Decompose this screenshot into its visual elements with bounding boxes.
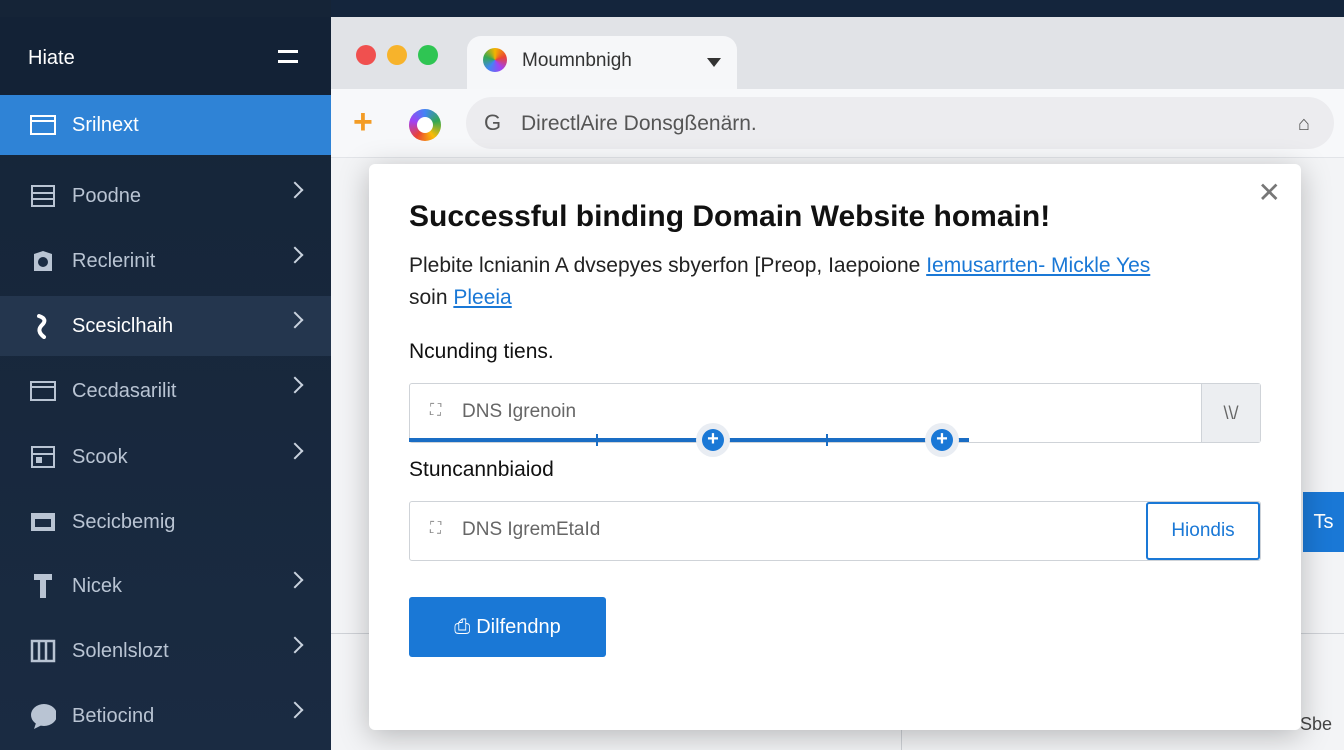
storage-icon — [30, 445, 56, 469]
button-icon: ⎙ — [454, 615, 471, 638]
slider-handle[interactable] — [696, 423, 730, 457]
panel-icon — [30, 510, 56, 534]
server-icon — [30, 184, 56, 208]
wrench-icon — [30, 574, 56, 598]
sidebar-item-label: Solenlslozt — [72, 639, 169, 662]
chat-bubble-icon — [30, 704, 56, 729]
field-action-button[interactable]: Hiondis — [1146, 502, 1260, 560]
dns-icon: ⛶ — [430, 520, 442, 537]
sidebar-item-scesiclhaih[interactable]: Scesiclhaih — [0, 296, 331, 356]
tab-bar: Moumnbnigh — [331, 17, 1344, 90]
chevron-right-icon — [286, 246, 304, 264]
dialog-title: Successful binding Domain Website homain… — [409, 200, 1051, 233]
dns-select-field[interactable]: ⛶ DNS Igrenoin \\/ — [409, 383, 1261, 443]
success-dialog: ✕ Successful binding Domain Website homa… — [369, 164, 1301, 730]
chevron-right-icon — [286, 181, 304, 199]
sidebar-item-label: Nicek — [72, 574, 123, 597]
menu-icon[interactable] — [274, 42, 302, 70]
browser-window-icon — [30, 113, 56, 137]
columns-icon — [30, 639, 56, 663]
description-link[interactable]: Iemusarrten- Mickle Yes — [926, 254, 1150, 277]
sidebar-item-poodne[interactable]: Poodne — [0, 166, 331, 226]
browser-logo-icon[interactable] — [409, 109, 441, 141]
maximize-window-dot[interactable] — [418, 45, 438, 65]
description-text: Plebite lcnianin A dvsepyes sbyerfon [Pr… — [409, 254, 927, 277]
sidebar-item-label: Srilnext — [72, 113, 139, 136]
sidebar-item-label: Scook — [72, 445, 128, 468]
slider-handle[interactable] — [925, 423, 959, 457]
primary-button-label: Dilfendnp — [476, 615, 561, 638]
dns-input-placeholder: DNS IgremEtaId — [462, 519, 601, 540]
sidebar-item-betiocind[interactable]: Betiocind — [0, 686, 331, 746]
chevron-right-icon — [286, 571, 304, 589]
description-link[interactable]: Pleeia — [453, 286, 511, 309]
close-icon[interactable]: ✕ — [1258, 176, 1281, 209]
browser-tab[interactable]: Moumnbnigh — [467, 36, 737, 90]
caret-down-icon[interactable] — [707, 58, 721, 67]
sidebar-item-label: Betiocind — [72, 704, 155, 727]
sidebar-item-label: Poodne — [72, 184, 141, 207]
browser-toolbar: + G DirectlAire Donsgßenärn. ⌂ — [331, 89, 1344, 158]
chevron-right-icon — [286, 442, 304, 460]
tab-title: Moumnbnigh — [522, 50, 632, 71]
sidebar-item-srilnext[interactable]: Srilnext — [0, 95, 331, 155]
sidebar-title: Hiate — [28, 47, 75, 69]
minimize-window-dot[interactable] — [387, 45, 407, 65]
dialog-description: Plebite lcnianin A dvsepyes sbyerfon [Pr… — [409, 250, 1269, 314]
home-icon[interactable]: ⌂ — [1298, 113, 1310, 136]
chevron-right-icon — [286, 376, 304, 394]
sidebar: Hiate Srilnext Poodne Reclerinit Scesicl… — [0, 0, 331, 750]
field-label: Ncunding tiens. — [409, 340, 554, 363]
sidebar-item-label: Secicbemig — [72, 510, 176, 533]
dns-input-field[interactable]: ⛶ DNS IgremEtaId Hiondis — [409, 501, 1261, 561]
shield-icon — [30, 249, 56, 273]
address-bar[interactable]: G DirectlAire Donsgßenärn. ⌂ — [466, 97, 1334, 149]
search-engine-icon: G — [484, 110, 502, 135]
sidebar-item-solenlslozt[interactable]: Solenlslozt — [0, 621, 331, 681]
page-side-button[interactable]: Ts — [1303, 492, 1344, 552]
description-text: soin — [409, 286, 454, 309]
sidebar-item-scook[interactable]: Scook — [0, 427, 331, 487]
sidebar-item-label: Scesiclhaih — [72, 314, 174, 337]
page-footer-text: Sbe — [1299, 714, 1332, 734]
dns-select-placeholder: DNS Igrenoin — [462, 401, 577, 422]
new-tab-plus-icon[interactable]: + — [353, 105, 373, 139]
sidebar-item-label: Reclerinit — [72, 249, 156, 272]
sidebar-item-cecdasarilit[interactable]: Cecdasarilit — [0, 361, 331, 421]
slider-tick — [826, 434, 828, 446]
sidebar-item-secicbemig[interactable]: Secicbemig — [0, 492, 331, 552]
dropdown-toggle[interactable]: \\/ — [1201, 384, 1260, 442]
address-text[interactable]: DirectlAire Donsgßenärn. — [521, 112, 757, 136]
sidebar-item-label: Cecdasarilit — [72, 379, 177, 402]
tool-icon — [30, 314, 56, 339]
close-window-dot[interactable] — [356, 45, 376, 65]
chevron-right-icon — [286, 701, 304, 719]
primary-action-button[interactable]: ⎙ Dilfendnp — [409, 597, 606, 657]
slider-tick — [596, 434, 598, 446]
favicon-icon — [483, 48, 507, 72]
sidebar-item-reclerinit[interactable]: Reclerinit — [0, 231, 331, 291]
dns-icon: ⛶ — [430, 402, 442, 419]
chevron-right-icon — [286, 311, 304, 329]
window-icon — [30, 379, 56, 403]
progress-slider[interactable] — [409, 423, 969, 457]
chevron-right-icon — [286, 636, 304, 654]
sidebar-item-nicek[interactable]: Nicek — [0, 556, 331, 616]
field-label: Stuncannbiaiod — [409, 458, 554, 481]
